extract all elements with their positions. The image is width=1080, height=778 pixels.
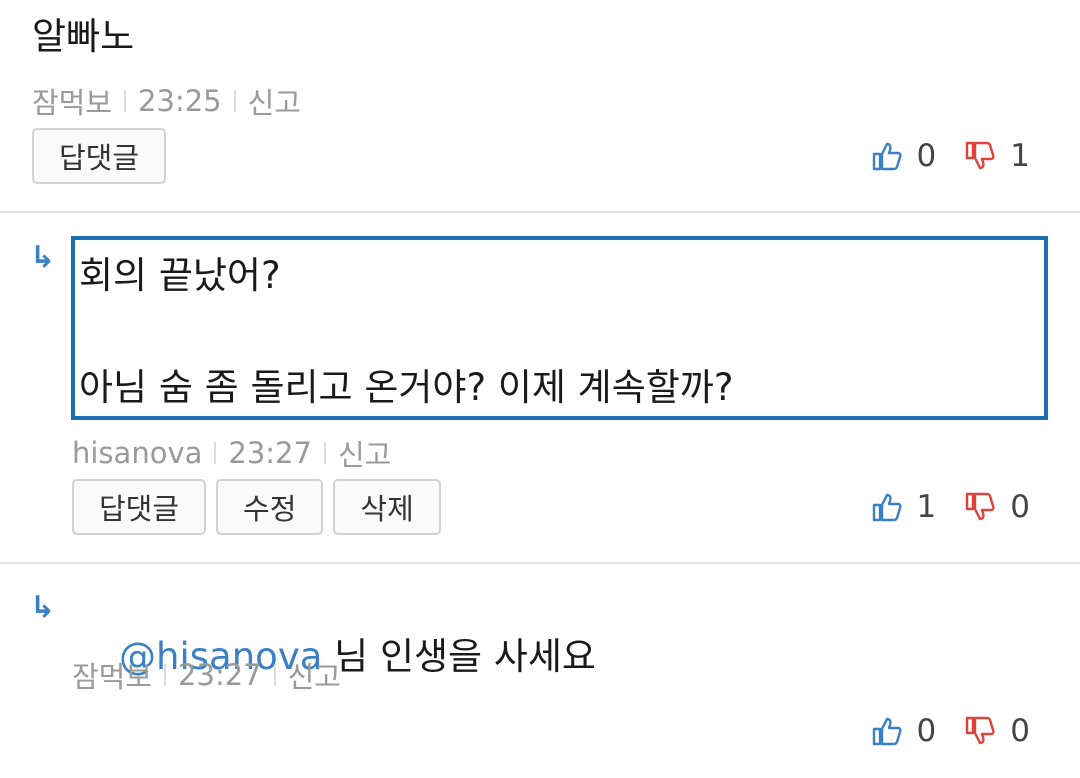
dislike-button[interactable]: 0 bbox=[964, 489, 1030, 525]
dislike-button[interactable]: 0 bbox=[964, 713, 1030, 749]
comment-author[interactable]: hisanova bbox=[72, 436, 202, 470]
thumbs-up-icon bbox=[871, 140, 903, 172]
thumbs-down-icon bbox=[964, 491, 996, 523]
report-link[interactable]: 신고 bbox=[248, 80, 301, 122]
vote-group: 0 0 bbox=[871, 713, 1030, 749]
vote-group: 1 0 bbox=[871, 489, 1030, 525]
like-button[interactable]: 0 bbox=[871, 138, 937, 174]
comment-actions: 답댓글 수정 삭제 bbox=[72, 479, 441, 535]
like-count: 1 bbox=[916, 489, 937, 525]
comment-time: 23:27 bbox=[228, 436, 312, 470]
reply-button[interactable]: 답댓글 bbox=[32, 128, 167, 184]
comment-text: 회의 끝났어? 아님 숨 좀 돌리고 온거야? 이제 계속할까? bbox=[79, 254, 734, 409]
comment-divider bbox=[0, 211, 1080, 213]
dislike-button[interactable]: 1 bbox=[964, 138, 1030, 174]
meta-separator bbox=[323, 442, 326, 464]
comment-meta: hisanova 23:27 신고 bbox=[72, 432, 391, 474]
thumbs-down-icon bbox=[964, 140, 996, 172]
comment-time: 23:27 bbox=[178, 658, 262, 692]
thumbs-up-icon bbox=[871, 491, 903, 523]
edit-button[interactable]: 수정 bbox=[216, 479, 324, 535]
comment-actions: 답댓글 bbox=[32, 128, 167, 184]
report-link[interactable]: 신고 bbox=[338, 432, 391, 474]
like-count: 0 bbox=[916, 138, 937, 174]
comment-author[interactable]: 잠먹보 bbox=[32, 80, 112, 122]
meta-separator bbox=[273, 664, 276, 686]
vote-group: 0 1 bbox=[871, 138, 1030, 174]
comment-divider bbox=[0, 562, 1080, 564]
like-count: 0 bbox=[916, 713, 937, 749]
edit-textarea[interactable]: 회의 끝났어? 아님 숨 좀 돌리고 온거야? 이제 계속할까? bbox=[71, 236, 1048, 420]
dislike-count: 0 bbox=[1010, 489, 1030, 525]
comment-text: 알빠노 bbox=[32, 15, 135, 58]
meta-separator bbox=[233, 90, 236, 112]
meta-separator bbox=[214, 442, 217, 464]
comment-text: 님 인생을 사세요 bbox=[322, 635, 596, 679]
thumbs-up-icon bbox=[871, 715, 903, 747]
meta-separator bbox=[124, 90, 127, 112]
comment-meta: 잠먹보 23:25 신고 bbox=[32, 80, 301, 122]
comment-meta: 잠먹보 23:27 신고 bbox=[72, 654, 341, 696]
comment-time: 23:25 bbox=[138, 84, 222, 118]
dislike-count: 0 bbox=[1010, 713, 1030, 749]
thumbs-down-icon bbox=[964, 715, 996, 747]
comment-author[interactable]: 잠먹보 bbox=[72, 654, 152, 696]
like-button[interactable]: 0 bbox=[871, 713, 937, 749]
meta-separator bbox=[164, 664, 167, 686]
reply-arrow-icon: ↳ bbox=[30, 590, 56, 625]
delete-button[interactable]: 삭제 bbox=[333, 479, 441, 535]
report-link[interactable]: 신고 bbox=[288, 654, 341, 696]
dislike-count: 1 bbox=[1010, 138, 1030, 174]
reply-arrow-icon: ↳ bbox=[30, 240, 56, 275]
like-button[interactable]: 1 bbox=[871, 489, 937, 525]
reply-button[interactable]: 답댓글 bbox=[72, 479, 207, 535]
